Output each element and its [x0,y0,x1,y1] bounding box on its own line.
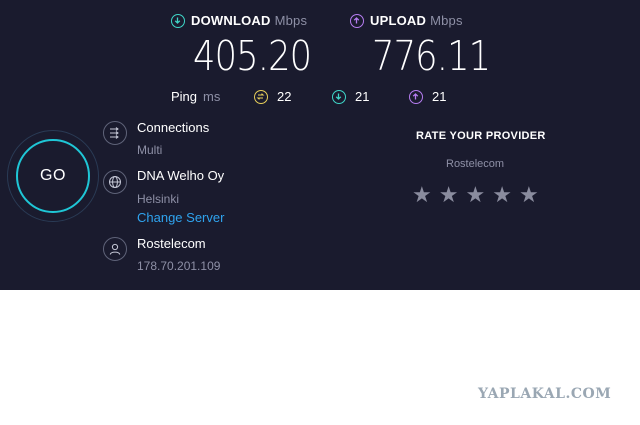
watermark-logo: YAPLAKAL.COM [478,386,612,402]
upload-header: UPLOAD Mbps [350,13,463,28]
ping-jitter-icon [254,89,268,104]
ping-download-value: 21 [355,89,370,104]
download-value: 405.20 [193,32,312,80]
server-city: Helsinki [137,192,180,206]
star-icon[interactable]: ★ [412,185,432,207]
ping-idle-value: 22 [277,89,292,104]
star-icon[interactable]: ★ [465,185,485,207]
download-latency-icon [332,89,346,104]
rate-provider-name: Rostelecom [446,158,505,170]
ping-unit: ms [203,89,221,104]
download-unit: Mbps [274,13,308,28]
ping-upload-value: 21 [432,89,447,104]
upload-arrow-icon [350,13,364,28]
download-label: DOWNLOAD [191,13,271,28]
change-server-link[interactable]: Change Server [137,210,224,225]
connections-mode[interactable]: Multi [137,143,162,157]
star-icon[interactable]: ★ [492,185,512,207]
download-header: DOWNLOAD Mbps [171,13,307,28]
ping-idle: 22 [254,89,291,104]
ping-upload: 21 [409,89,446,104]
provider-name: Rostelecom [137,236,206,251]
provider-ip: 178.70.201.109 [137,259,221,273]
upload-latency-icon [409,89,423,104]
globe-icon [103,170,127,194]
ping-label: Ping [171,89,198,104]
star-icon[interactable]: ★ [439,185,459,207]
upload-label: UPLOAD [370,13,427,28]
user-icon [103,237,127,261]
star-icon[interactable]: ★ [519,185,539,207]
star-rating: ★ ★ ★ ★ ★ [412,185,539,207]
speedtest-panel: DOWNLOAD Mbps 405.20 UPLOAD Mbps 776.11 … [0,0,640,290]
download-arrow-icon [171,13,185,28]
ping-label-group: Ping ms [171,89,220,104]
ping-download: 21 [332,89,369,104]
upload-value: 776.11 [372,32,491,80]
rate-provider-title: RATE YOUR PROVIDER [416,130,546,142]
upload-unit: Mbps [430,13,463,28]
go-button[interactable]: GO [16,139,90,213]
server-name: DNA Welho Oy [137,168,225,183]
